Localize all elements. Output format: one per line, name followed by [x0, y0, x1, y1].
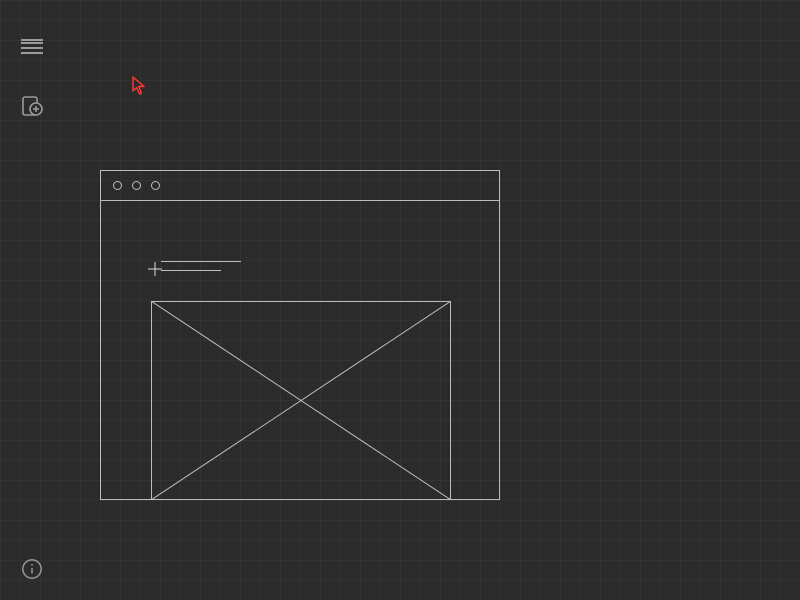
add-stencil-icon — [20, 94, 44, 118]
text-line — [161, 270, 221, 271]
left-toolbar — [0, 0, 64, 600]
stencil-image-placeholder[interactable] — [151, 301, 451, 500]
window-control-dot — [151, 181, 160, 190]
hamburger-icon — [21, 39, 43, 41]
info-icon — [21, 558, 43, 580]
menu-button[interactable] — [12, 20, 52, 60]
window-control-dot — [132, 181, 141, 190]
text-line — [161, 261, 241, 262]
window-control-dot — [113, 181, 122, 190]
stencil-text-block[interactable] — [161, 261, 241, 271]
stencil-browser-window[interactable] — [100, 170, 500, 500]
info-button[interactable] — [0, 558, 64, 580]
add-stencil-button[interactable] — [12, 86, 52, 126]
browser-titlebar — [101, 171, 499, 201]
